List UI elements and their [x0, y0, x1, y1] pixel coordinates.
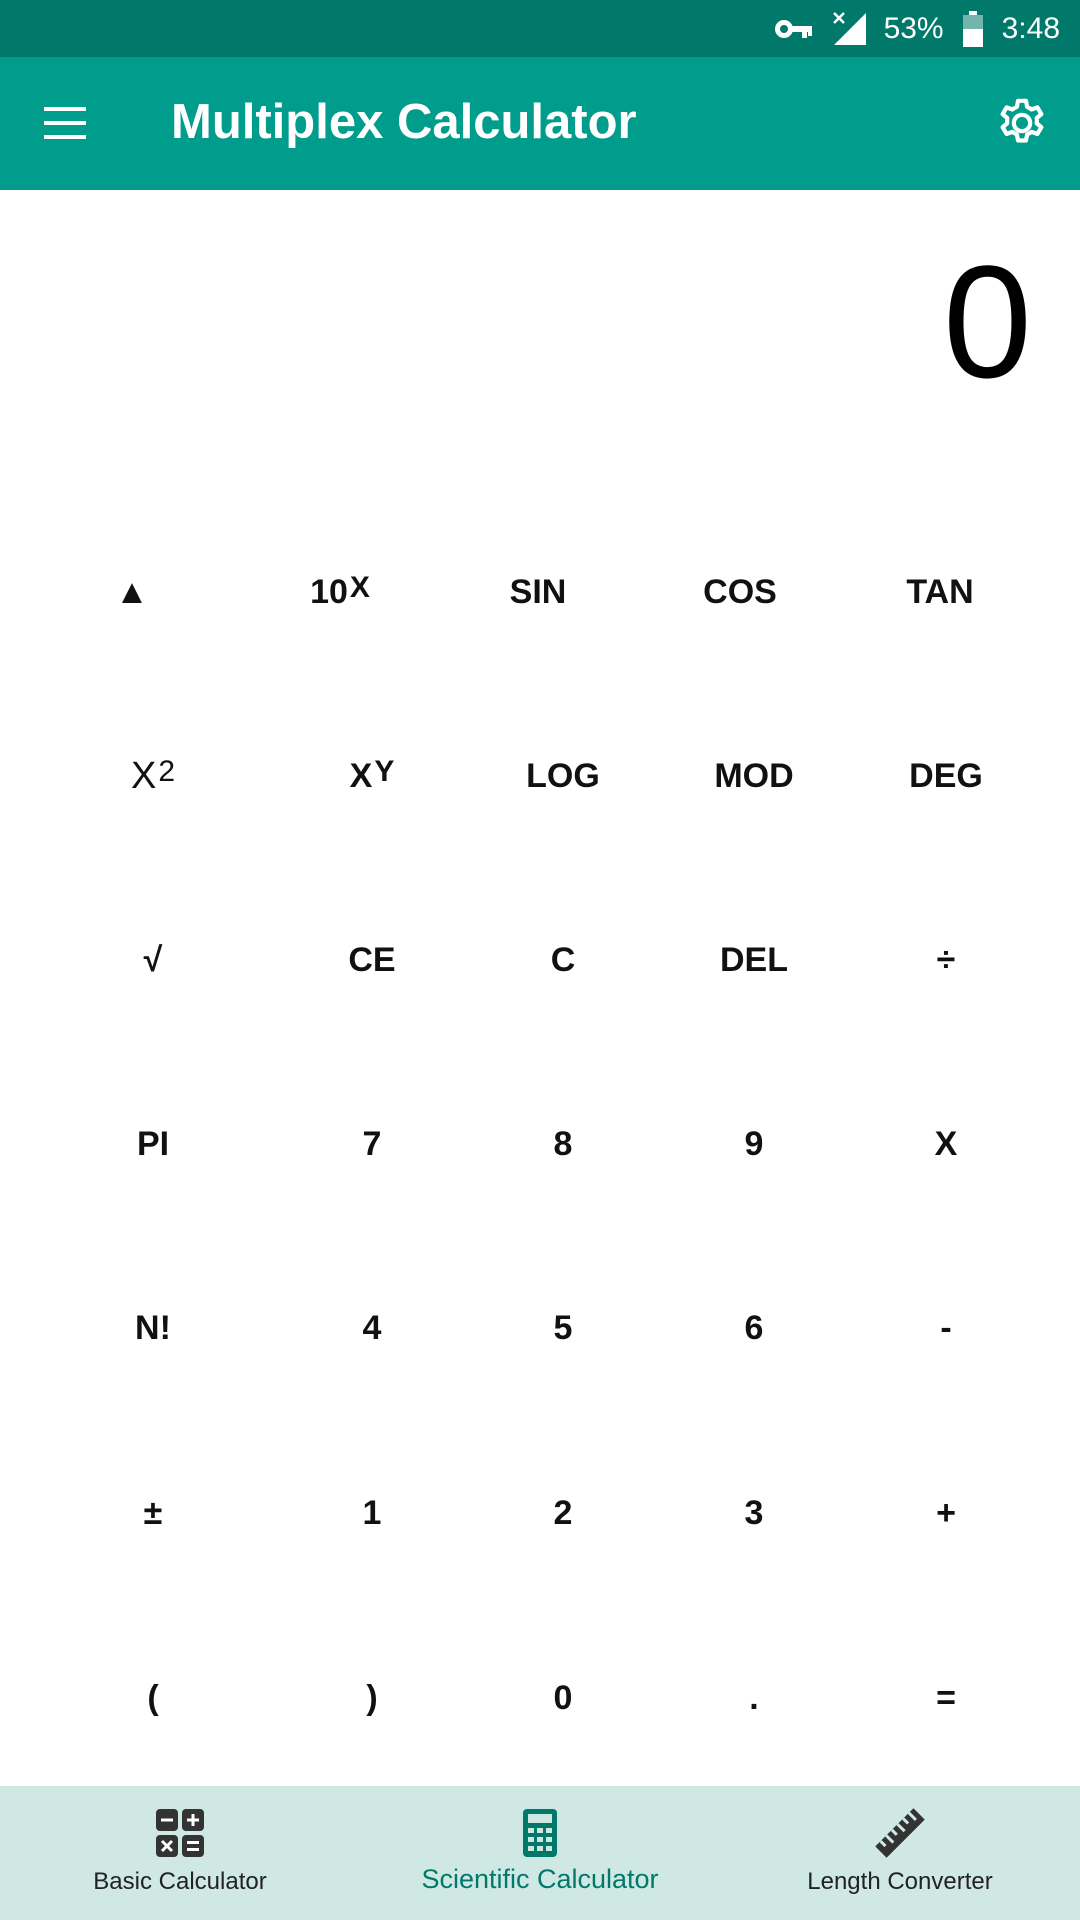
- key-label: 4: [362, 1308, 382, 1347]
- key-3[interactable]: 3: [684, 1457, 824, 1569]
- key-label: 2: [553, 1493, 573, 1532]
- key-deg[interactable]: DEG: [876, 720, 1016, 832]
- key-label: N!: [135, 1308, 171, 1347]
- key-factorial[interactable]: N!: [83, 1272, 223, 1384]
- nav-length-converter[interactable]: Length Converter: [780, 1786, 1020, 1920]
- key-label: 3: [744, 1493, 764, 1532]
- key-label: =: [936, 1678, 956, 1717]
- key-label: CE: [348, 940, 396, 979]
- ruler-icon: [875, 1808, 925, 1858]
- key-label: 8: [553, 1124, 573, 1163]
- key-label: 7: [362, 1124, 382, 1163]
- key-4[interactable]: 4: [302, 1272, 442, 1384]
- keypad: ▲ 10 X SIN COS TAN X2 XY LOG MOD DEG √ CE…: [0, 0, 1080, 1785]
- key-sin[interactable]: SIN: [468, 536, 608, 648]
- key-delete[interactable]: DEL: [684, 904, 824, 1016]
- key-label: +: [936, 1493, 956, 1532]
- key-label: ▲: [115, 572, 149, 611]
- key-label: C: [550, 940, 576, 979]
- key-open-paren[interactable]: (: [83, 1642, 223, 1754]
- key-label: TAN: [906, 572, 974, 611]
- key-label: ): [366, 1678, 378, 1717]
- key-1[interactable]: 1: [302, 1457, 442, 1569]
- key-cos[interactable]: COS: [670, 536, 810, 648]
- key-label: 1: [362, 1493, 382, 1532]
- key-label: -: [940, 1308, 952, 1347]
- key-mod[interactable]: MOD: [684, 720, 824, 832]
- key-label: ÷: [936, 940, 956, 979]
- nav-label: Basic Calculator: [93, 1868, 267, 1895]
- key-label: 9: [744, 1124, 764, 1163]
- key-label: SIN: [509, 572, 567, 611]
- key-label: .: [749, 1678, 759, 1717]
- key-x-squared[interactable]: X2: [83, 720, 223, 832]
- key-divide[interactable]: ÷: [876, 904, 1016, 1016]
- key-label: (: [147, 1678, 159, 1717]
- key-label: MOD: [714, 756, 794, 795]
- key-label: X: [934, 1124, 958, 1163]
- key-tan[interactable]: TAN: [870, 536, 1010, 648]
- key-0[interactable]: 0: [493, 1642, 633, 1754]
- key-ten-power-x[interactable]: 10 X: [270, 536, 410, 648]
- key-clear[interactable]: C: [493, 904, 633, 1016]
- key-close-paren[interactable]: ): [302, 1642, 442, 1754]
- key-label: PI: [136, 1124, 170, 1163]
- key-label: √: [143, 940, 163, 979]
- key-6[interactable]: 6: [684, 1272, 824, 1384]
- key-label: 6: [744, 1308, 764, 1347]
- key-ce[interactable]: CE: [302, 904, 442, 1016]
- key-2[interactable]: 2: [493, 1457, 633, 1569]
- key-superscript: Y: [374, 755, 395, 788]
- key-pi[interactable]: PI: [83, 1088, 223, 1200]
- key-label: X: [130, 754, 157, 797]
- key-label: LOG: [526, 756, 600, 795]
- key-label: X: [349, 756, 373, 795]
- key-label: COS: [703, 572, 777, 611]
- key-shift[interactable]: ▲: [62, 536, 202, 648]
- key-superscript: X: [349, 571, 370, 604]
- key-decimal[interactable]: .: [684, 1642, 824, 1754]
- nav-label: Scientific Calculator: [421, 1864, 659, 1894]
- key-multiply[interactable]: X: [876, 1088, 1016, 1200]
- key-plus-minus[interactable]: ±: [83, 1457, 223, 1569]
- basic-operations-icon: [155, 1808, 205, 1858]
- key-label: 5: [553, 1308, 573, 1347]
- key-7[interactable]: 7: [302, 1088, 442, 1200]
- key-label: 0: [553, 1678, 573, 1717]
- key-5[interactable]: 5: [493, 1272, 633, 1384]
- nav-label: Length Converter: [807, 1868, 993, 1895]
- key-add[interactable]: +: [876, 1457, 1016, 1569]
- key-equals[interactable]: =: [876, 1642, 1016, 1754]
- key-label: ±: [143, 1493, 163, 1532]
- nav-basic-calculator[interactable]: Basic Calculator: [60, 1786, 300, 1920]
- key-label: 10: [310, 572, 348, 611]
- nav-scientific-calculator[interactable]: Scientific Calculator: [400, 1786, 680, 1920]
- key-superscript: 2: [158, 755, 176, 788]
- bottom-navigation: Basic Calculator Scientific Calculator L…: [0, 1786, 1080, 1920]
- key-label: DEL: [720, 940, 788, 979]
- key-subtract[interactable]: -: [876, 1272, 1016, 1384]
- key-sqrt[interactable]: √: [83, 904, 223, 1016]
- key-label: DEG: [909, 756, 983, 795]
- key-x-power-y[interactable]: XY: [302, 720, 442, 832]
- key-8[interactable]: 8: [493, 1088, 633, 1200]
- calculator-icon: [515, 1808, 565, 1858]
- key-9[interactable]: 9: [684, 1088, 824, 1200]
- key-log[interactable]: LOG: [493, 720, 633, 832]
